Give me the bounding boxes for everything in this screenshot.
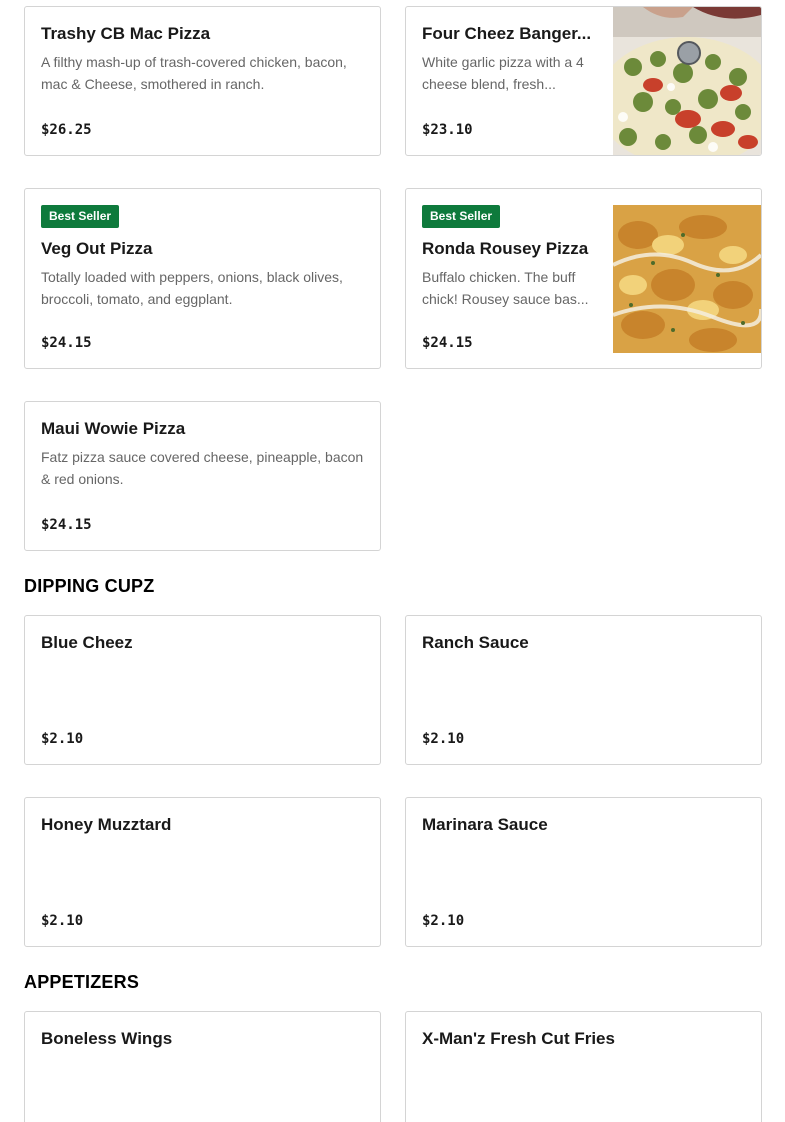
- menu-item-price: $2.10: [422, 913, 465, 929]
- menu-item-name: Maui Wowie Pizza: [41, 419, 186, 438]
- menu-item-card[interactable]: Honey Muzztard $2.10: [24, 797, 381, 947]
- menu-item-name: X-Man'z Fresh Cut Fries: [422, 1029, 615, 1048]
- best-seller-badge: Best Seller: [422, 205, 501, 228]
- menu-page: Trashy CB Mac Pizza A filthy mash-up of …: [0, 0, 785, 1122]
- menu-item-card[interactable]: Blue Cheez $2.10: [24, 615, 381, 765]
- menu-item-card[interactable]: Ranch Sauce $2.10: [405, 615, 762, 765]
- menu-item-name: Honey Muzztard: [41, 815, 172, 834]
- section-heading: DIPPING CUPZ: [24, 576, 155, 596]
- menu-item-photo: [613, 7, 761, 155]
- menu-item-card[interactable]: Maui Wowie Pizza Fatz pizza sauce covere…: [24, 401, 381, 551]
- menu-item-name: Veg Out Pizza: [41, 239, 153, 258]
- menu-item-price: $26.25: [41, 122, 92, 138]
- menu-item-description: Buffalo chicken. The buff chick! Rousey …: [422, 269, 589, 307]
- menu-item-description: Fatz pizza sauce covered cheese, pineapp…: [41, 449, 364, 487]
- menu-item-card[interactable]: Best Seller Ronda Rousey Pizza Buffalo c…: [405, 188, 762, 369]
- menu-item-description: White garlic pizza with a 4 cheese blend…: [422, 54, 584, 92]
- menu-item-description: A filthy mash-up of trash-covered chicke…: [41, 54, 347, 92]
- menu-item-name: Ronda Rousey Pizza: [422, 239, 589, 258]
- menu-item-price: $2.10: [41, 731, 84, 747]
- menu-item-name: Four Cheez Banger...: [422, 24, 592, 43]
- menu-item-card[interactable]: X-Man'z Fresh Cut Fries: [405, 1011, 762, 1122]
- menu-item-description: Totally loaded with peppers, onions, bla…: [41, 269, 343, 307]
- menu-item-photo: [613, 205, 761, 353]
- menu-item-name: Trashy CB Mac Pizza: [41, 24, 211, 43]
- best-seller-badge: Best Seller: [41, 205, 120, 228]
- menu-item-price: $2.10: [422, 731, 465, 747]
- menu-item-price: $23.10: [422, 122, 473, 138]
- menu-item-price: $24.15: [41, 335, 92, 351]
- menu-item-price: $24.15: [422, 335, 473, 351]
- menu-item-name: Ranch Sauce: [422, 633, 529, 652]
- menu-item-name: Blue Cheez: [41, 633, 133, 652]
- menu-item-name: Marinara Sauce: [422, 815, 548, 834]
- menu-item-card[interactable]: Four Cheez Banger... White garlic pizza …: [405, 6, 762, 156]
- menu-item-name: Boneless Wings: [41, 1029, 173, 1048]
- menu-item-card[interactable]: Marinara Sauce $2.10: [405, 797, 762, 947]
- section-heading: APPETIZERS: [24, 972, 140, 992]
- menu-item-card[interactable]: Trashy CB Mac Pizza A filthy mash-up of …: [24, 6, 381, 156]
- menu-item-card[interactable]: Best Seller Veg Out Pizza Totally loaded…: [24, 188, 381, 369]
- menu-item-card[interactable]: Boneless Wings: [24, 1011, 381, 1122]
- menu-item-price: $2.10: [41, 913, 84, 929]
- menu-item-price: $24.15: [41, 517, 92, 533]
